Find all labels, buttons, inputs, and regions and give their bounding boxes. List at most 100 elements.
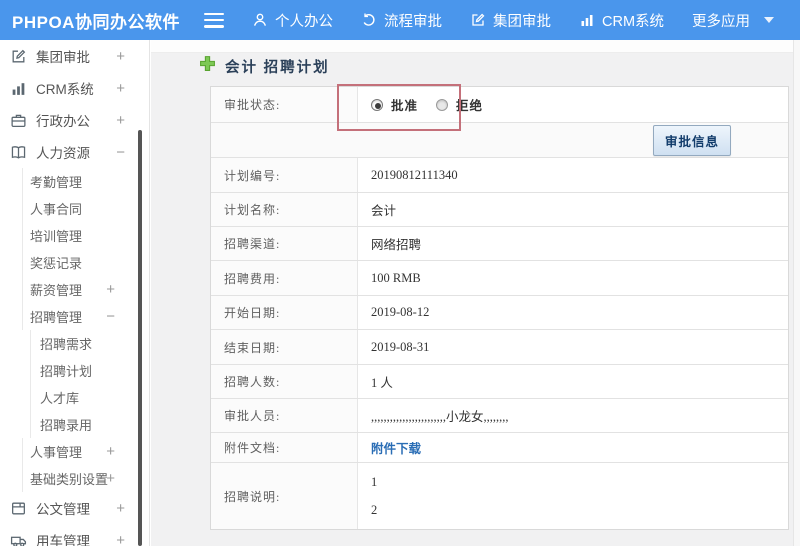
expand-icon[interactable]: + <box>116 48 125 65</box>
row-label: 审批人员: <box>211 399 358 432</box>
row-label: 招聘人数: <box>211 365 358 398</box>
sidebar-item-label: 考勤管理 <box>30 175 83 190</box>
sidebar-item-attendance-mgmt[interactable]: 考勤管理 <box>22 168 149 195</box>
nav-label: CRM系统 <box>602 13 665 30</box>
nav-group-approval[interactable]: 集团审批 <box>470 10 551 31</box>
sidebar-item-label: 薪资管理 <box>30 283 83 298</box>
sidebar-item-vehicle-mgmt[interactable]: 用车管理 + <box>0 524 149 546</box>
nav-personal-office[interactable]: 个人办公 <box>252 10 333 31</box>
row-label: 计划名称: <box>211 193 358 226</box>
sidebar: 集团审批 + CRM系统 + 行政办公 + 人力资源 − 考勤管理 人事合同 培… <box>0 40 150 546</box>
sidebar-item-salary-mgmt[interactable]: 薪资管理 + <box>22 276 149 303</box>
caret-down-icon[interactable] <box>764 17 775 23</box>
sidebar-item-label: 招聘管理 <box>30 310 83 325</box>
radio-label: 批准 <box>391 99 419 113</box>
page-title: 会计 招聘计划 <box>225 59 330 76</box>
table-row-end-date: 结束日期: 2019-08-31 <box>211 330 788 365</box>
document-icon <box>10 500 27 517</box>
page-scrollbar[interactable] <box>793 40 800 546</box>
nav-label: 集团审批 <box>493 13 551 30</box>
sidebar-item-label: 培训管理 <box>30 229 83 244</box>
row-label: 招聘渠道: <box>211 227 358 260</box>
nav-process-approval[interactable]: 流程审批 <box>361 10 442 31</box>
nav-more-apps[interactable]: 更多应用 <box>692 10 750 31</box>
sidebar-item-personnel-mgmt[interactable]: 人事管理 + <box>22 438 149 465</box>
table-row-recruit-cost: 招聘费用: 100 RMB <box>211 261 788 296</box>
nav-label: 流程审批 <box>384 13 442 30</box>
radio-approve[interactable]: 批准 <box>371 95 418 114</box>
row-value: 网络招聘 <box>371 238 422 252</box>
row-value: 1 2 <box>358 463 788 529</box>
radio-unselected-icon[interactable] <box>436 98 449 111</box>
table-row-start-date: 开始日期: 2019-08-12 <box>211 296 788 330</box>
sidebar-item-label: 公文管理 <box>36 502 90 517</box>
menu-toggle-icon[interactable] <box>204 12 224 28</box>
row-label: 附件文档: <box>211 433 358 462</box>
expand-icon[interactable]: + <box>116 500 125 517</box>
sidebar-item-recruit-demand[interactable]: 招聘需求 <box>30 330 149 357</box>
sidebar-item-training-mgmt[interactable]: 培训管理 <box>22 222 149 249</box>
content-top-strip <box>151 40 800 53</box>
app-logo[interactable]: PHPOA协同办公软件 <box>0 8 188 33</box>
edit-icon <box>470 12 486 28</box>
sidebar-item-human-resources[interactable]: 人力资源 − <box>0 136 149 168</box>
sidebar-item-crm-system[interactable]: CRM系统 + <box>0 72 149 104</box>
main-content: 会计 招聘计划 审批状态: 批准 拒绝 审批信息 计划编号: 201908121… <box>151 40 800 546</box>
briefcase-icon <box>10 112 27 129</box>
row-label: 审批状态: <box>211 87 358 122</box>
top-navigation: 个人办公 流程审批 集团审批 CRM系统 更多应用 <box>252 10 775 31</box>
sidebar-item-label: 行政办公 <box>36 114 90 129</box>
sidebar-item-label: 招聘计划 <box>40 364 93 379</box>
sidebar-item-reward-punishment[interactable]: 奖惩记录 <box>22 249 149 276</box>
row-value: 1 人 <box>371 376 393 390</box>
sidebar-item-group-approval[interactable]: 集团审批 + <box>0 40 149 72</box>
user-icon <box>252 12 268 28</box>
sidebar-item-label: 招聘录用 <box>40 418 93 433</box>
table-row-approval-status: 审批状态: 批准 拒绝 <box>211 87 788 123</box>
approval-info-button[interactable]: 审批信息 <box>652 124 731 156</box>
row-label: 招聘费用: <box>211 261 358 295</box>
expand-icon[interactable]: + <box>116 112 125 129</box>
sidebar-item-recruit-hire[interactable]: 招聘录用 <box>30 411 149 438</box>
row-value: 批准 拒绝 <box>358 87 788 122</box>
row-value: ,,,,,,,,,,,,,,,,,,,,,,,,小龙女,,,,,,,, <box>371 410 509 424</box>
expand-icon[interactable]: + <box>116 80 125 97</box>
row-label: 招聘说明: <box>211 463 358 529</box>
sidebar-scrollbar[interactable] <box>138 130 142 546</box>
topbar: PHPOA协同办公软件 个人办公 流程审批 集团审批 CRM系统 更多应用 <box>0 0 800 40</box>
table-row-description: 招聘说明: 1 2 <box>211 463 788 529</box>
expand-icon[interactable]: + <box>116 532 125 546</box>
process-icon <box>361 12 377 28</box>
attachment-download-link[interactable]: 附件下载 <box>371 438 421 457</box>
chart-icon <box>579 12 595 28</box>
radio-label: 拒绝 <box>456 99 484 113</box>
sidebar-item-recruit-plan[interactable]: 招聘计划 <box>30 357 149 384</box>
radio-reject[interactable]: 拒绝 <box>436 95 483 114</box>
sidebar-item-talent-pool[interactable]: 人才库 <box>30 384 149 411</box>
table-row-approvers: 审批人员: ,,,,,,,,,,,,,,,,,,,,,,,,小龙女,,,,,,,… <box>211 399 788 433</box>
table-row-headcount: 招聘人数: 1 人 <box>211 365 788 399</box>
sidebar-item-label: 用车管理 <box>36 534 90 546</box>
app-window: PHPOA协同办公软件 个人办公 流程审批 集团审批 CRM系统 更多应用 集团… <box>0 0 800 546</box>
radio-selected-icon[interactable] <box>371 98 383 111</box>
sidebar-item-label: CRM系统 <box>36 82 94 97</box>
sidebar-item-hr-contract[interactable]: 人事合同 <box>22 195 149 222</box>
row-label: 计划编号: <box>211 158 358 192</box>
sidebar-item-document-mgmt[interactable]: 公文管理 + <box>0 492 149 524</box>
page-header: 会计 招聘计划 <box>199 55 330 77</box>
description-line: 2 <box>371 502 378 517</box>
collapse-icon[interactable]: − <box>106 308 115 325</box>
table-row-attachment: 附件文档: 附件下载 <box>211 433 788 463</box>
expand-icon[interactable]: + <box>106 281 115 298</box>
chart-icon <box>10 80 27 97</box>
row-value: 2019-08-12 <box>371 305 430 319</box>
sidebar-item-admin-office[interactable]: 行政办公 + <box>0 104 149 136</box>
sidebar-item-recruit-mgmt[interactable]: 招聘管理 − <box>22 303 149 330</box>
book-icon <box>10 144 27 161</box>
expand-icon[interactable]: + <box>106 470 115 487</box>
nav-crm-system[interactable]: CRM系统 <box>579 10 664 31</box>
sidebar-item-base-category-settings[interactable]: 基础类别设置 + <box>22 465 149 492</box>
collapse-icon[interactable]: − <box>116 144 125 161</box>
table-row-button: 审批信息 <box>211 123 788 158</box>
expand-icon[interactable]: + <box>106 443 115 460</box>
